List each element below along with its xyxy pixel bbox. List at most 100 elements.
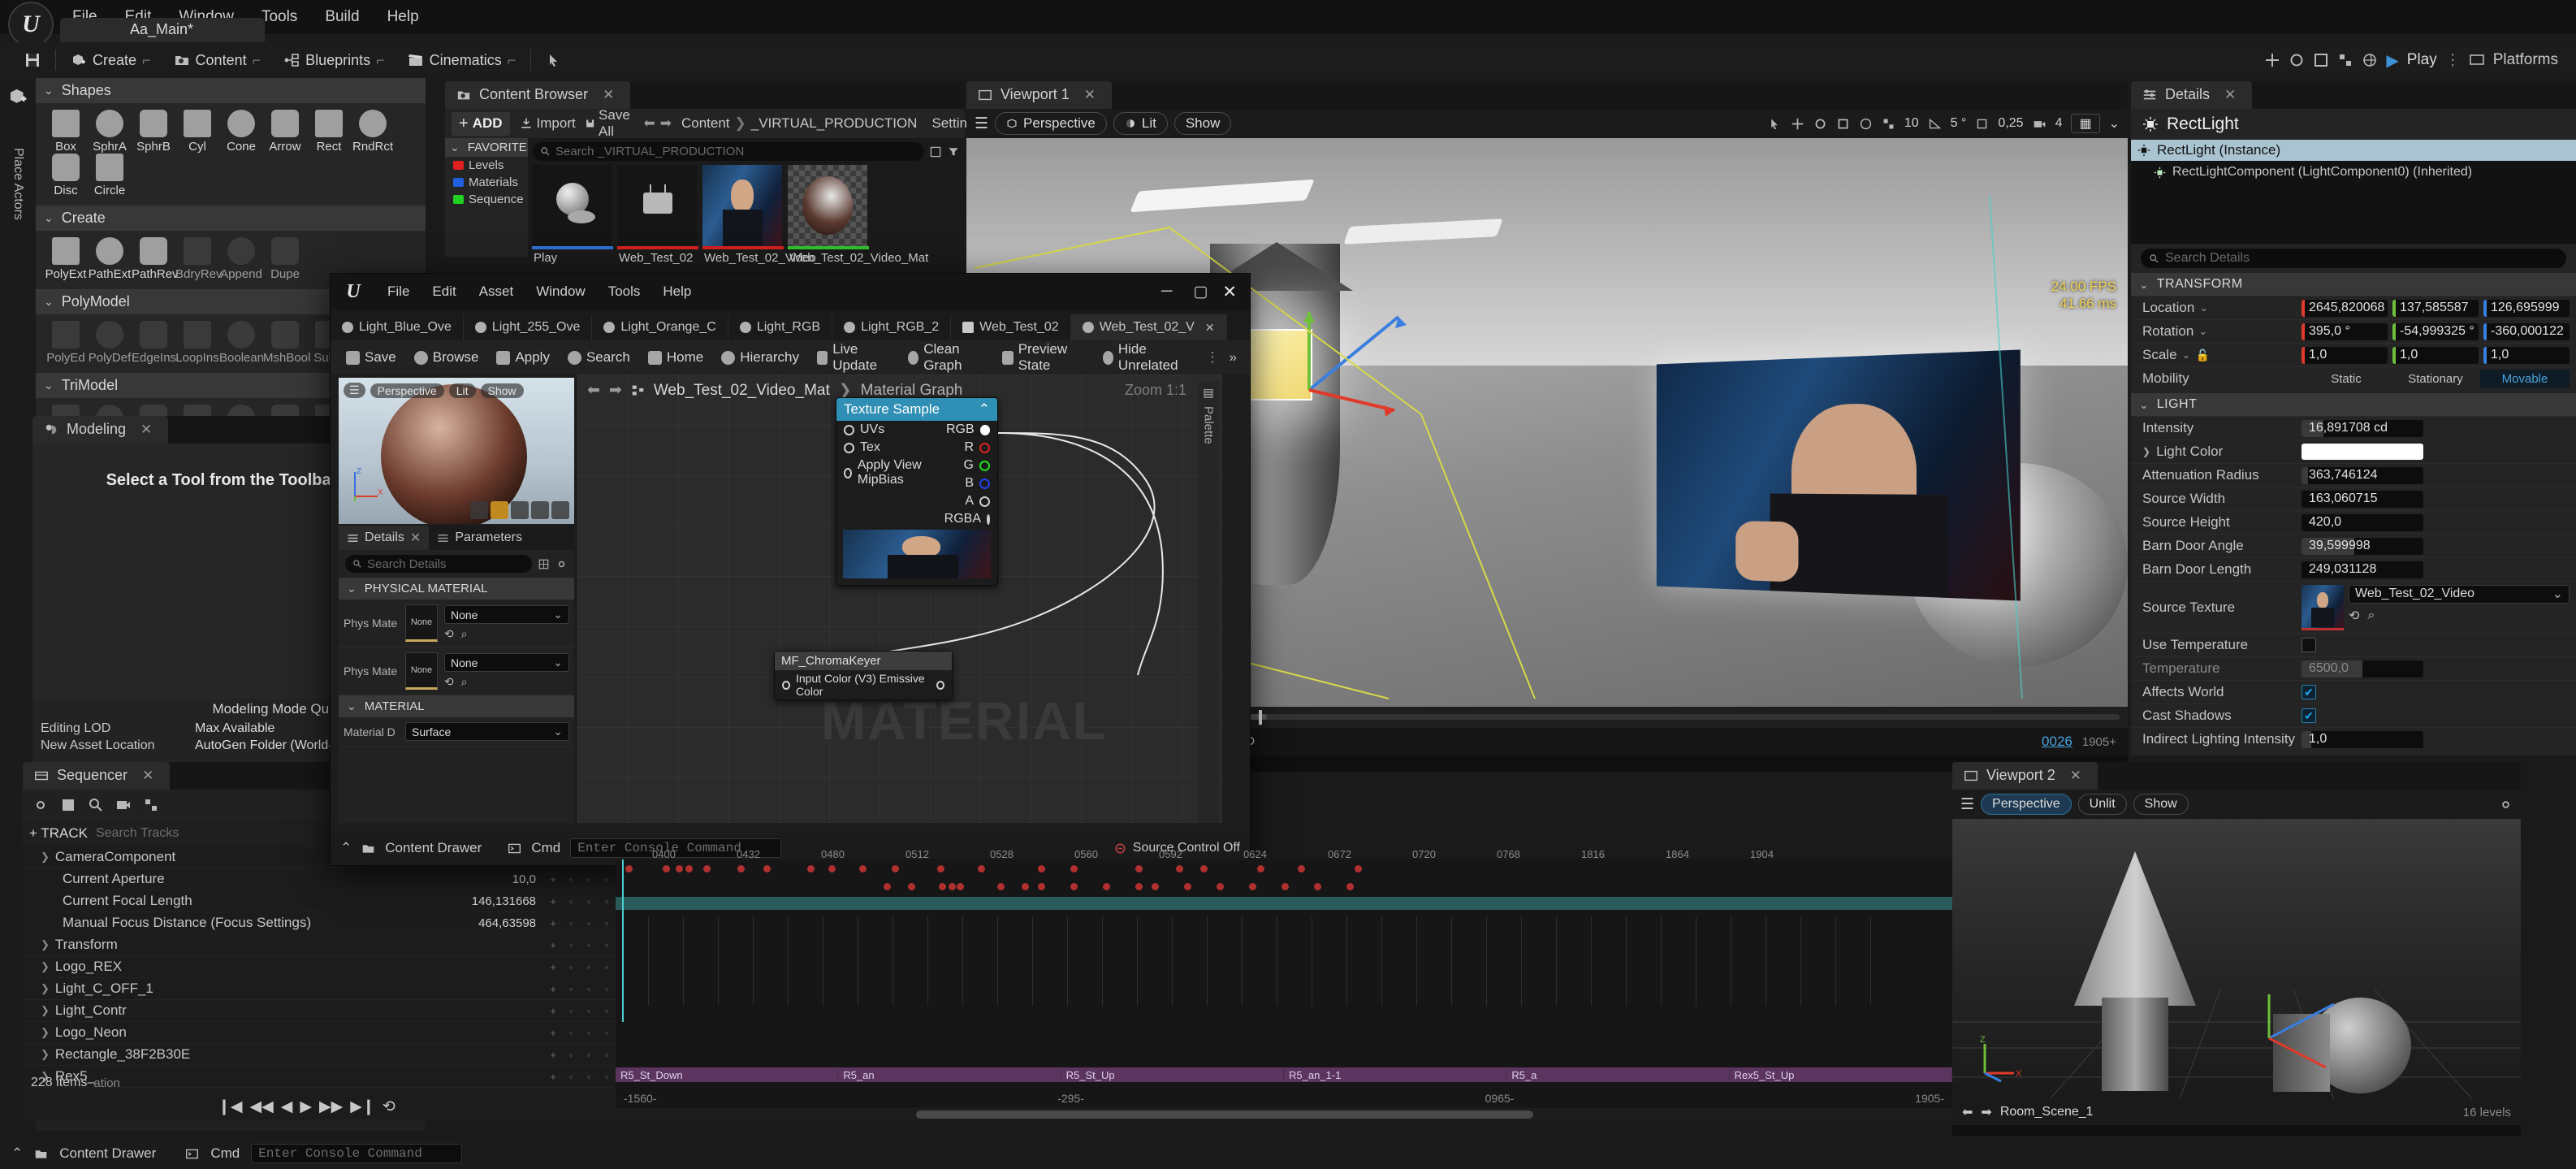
sequencer-section[interactable]: R5_St_Down xyxy=(616,1068,839,1081)
material-toolbar-browse[interactable]: Browse xyxy=(405,349,488,366)
preview-plane-icon[interactable] xyxy=(511,501,529,519)
viewport-2-canvas[interactable]: Z X xyxy=(1952,819,2521,1099)
viewport-menu-icon[interactable]: ☰ xyxy=(1960,795,1974,814)
world-icon[interactable] xyxy=(2362,52,2378,68)
move-icon[interactable] xyxy=(1791,117,1804,131)
sequencer-keyframe[interactable] xyxy=(884,883,891,890)
minimize-icon[interactable]: ─ xyxy=(1150,283,1183,301)
transform-gizmo-2[interactable] xyxy=(2237,989,2342,1095)
graph-breadcrumb-material[interactable]: Web_Test_02_Video_Mat xyxy=(654,382,830,400)
palette-tool-rndrct[interactable]: RndRct xyxy=(351,110,395,154)
menu-build[interactable]: Build xyxy=(311,0,373,34)
content-asset[interactable]: Play xyxy=(532,165,613,265)
palette-rail[interactable]: ▤ Palette xyxy=(1198,381,1219,823)
sequencer-key-cell[interactable]: ◦ xyxy=(598,983,616,995)
sequencer-key-cell[interactable]: ◦ xyxy=(598,1005,616,1017)
sequencer-keyframe[interactable] xyxy=(939,883,946,890)
sequencer-key-cell[interactable]: ◦ xyxy=(580,1049,598,1061)
preview-perspective[interactable]: Perspective xyxy=(370,383,444,398)
palette-tool-bdryrev[interactable]: BdryRev xyxy=(175,237,223,281)
sequencer-save-icon[interactable] xyxy=(60,797,76,813)
play-label[interactable]: Play xyxy=(2407,51,2437,69)
content-button[interactable]: Content ⌐ xyxy=(162,42,273,78)
sequencer-track-row[interactable]: ❯ Logo_REX + ◦ ◦ ◦ xyxy=(23,956,616,978)
save-button[interactable] xyxy=(13,42,52,78)
light-section-header[interactable]: ⌄ LIGHT xyxy=(2131,393,2576,416)
material-cmd-button[interactable]: Cmd xyxy=(531,840,560,856)
sequencer-grid-icon[interactable] xyxy=(143,797,159,813)
unlit-button[interactable]: Unlit xyxy=(2077,794,2127,815)
material-toolbar-home[interactable]: Home xyxy=(639,349,712,366)
checkbox[interactable]: ✔ xyxy=(2302,708,2316,723)
material-menu-asset[interactable]: Asset xyxy=(468,275,525,308)
sequencer-keyframe[interactable] xyxy=(1200,865,1208,872)
show-button[interactable]: Show xyxy=(1173,112,1232,135)
sequencer-keyframe[interactable] xyxy=(892,865,899,872)
mobility-static[interactable]: Static xyxy=(2302,370,2391,388)
sequencer-keyframe[interactable] xyxy=(997,883,1005,890)
breadcrumb-virtual-production[interactable]: _VIRTUAL_PRODUCTION xyxy=(751,115,918,132)
camera-speed-icon[interactable] xyxy=(2033,117,2047,131)
close-icon[interactable]: ✕ xyxy=(1205,321,1215,335)
tree-item-rectlightcomponent[interactable]: RectLightComponent (LightComponent0) (In… xyxy=(2131,161,2576,180)
track-search-placeholder[interactable]: Search Tracks xyxy=(96,826,179,841)
sequencer-keyframe[interactable] xyxy=(676,865,683,872)
viewport-settings-icon[interactable] xyxy=(2499,798,2513,812)
sequencer-keyframe[interactable] xyxy=(703,865,711,872)
sequencer-keyframe[interactable] xyxy=(1070,883,1078,890)
add-track-button[interactable]: + TRACK xyxy=(29,825,88,842)
step-back-icon[interactable]: ◀◀ xyxy=(250,1098,274,1116)
sequencer-track-row[interactable]: Current Focal Length 146,131668 + ◦ ◦ ◦ xyxy=(23,890,616,912)
sequencer-track-row[interactable]: ❯ Light_C_OFF_1 + ◦ ◦ ◦ xyxy=(23,978,616,1000)
sequencer-keyframe[interactable] xyxy=(1217,883,1224,890)
tree-item-rectlight[interactable]: RectLight (Instance) xyxy=(2131,140,2576,161)
material-search-input[interactable]: Search Details xyxy=(345,555,532,573)
transform-rotation-x[interactable]: 395,0 ° xyxy=(2302,323,2388,340)
sequencer-keyframe[interactable] xyxy=(1022,883,1029,890)
sequencer-keyframe[interactable] xyxy=(1346,883,1354,890)
layout-chevron-icon[interactable]: ⌄ xyxy=(2109,115,2120,132)
material-toolbar-hide-unrelated[interactable]: Hide Unrelated xyxy=(1094,341,1199,374)
rotate-tool-icon[interactable] xyxy=(2289,52,2305,68)
sequencer-track-row[interactable]: ❯ Logo_Neon + ◦ ◦ ◦ xyxy=(23,1022,616,1044)
material-toolbar-hierarchy[interactable]: Hierarchy xyxy=(712,349,808,366)
chevron-right-icon[interactable]: ❯ xyxy=(41,938,50,951)
sequencer-key-cell[interactable]: + xyxy=(544,1049,562,1061)
favorites-header[interactable]: ⌄ FAVORITES xyxy=(445,138,535,157)
scale-snap-icon[interactable] xyxy=(1975,117,1989,131)
content-asset[interactable]: Web_Test_02_Video xyxy=(702,165,816,265)
sequencer-key-cell[interactable]: ◦ xyxy=(562,961,580,973)
sequencer-camera-icon[interactable] xyxy=(115,797,132,813)
sequencer-keyframe[interactable] xyxy=(1038,883,1045,890)
preview-custom-icon[interactable] xyxy=(551,501,569,519)
light-color-swatch[interactable] xyxy=(2302,444,2423,460)
lock-icon[interactable]: 🔓 xyxy=(2195,349,2209,362)
camera-speed-value[interactable]: 4 xyxy=(2055,116,2063,131)
sequencer-key-cell[interactable]: ◦ xyxy=(598,895,616,907)
favorite-sequence[interactable]: Sequence xyxy=(445,191,528,208)
sequencer-keyframe[interactable] xyxy=(1249,883,1256,890)
details-search-input[interactable]: Search Details xyxy=(2141,249,2566,268)
sequencer-key-cell[interactable]: ◦ xyxy=(580,1005,598,1017)
close-icon[interactable]: ✕ xyxy=(142,768,153,784)
sequencer-keyframe[interactable] xyxy=(937,865,944,872)
sequencer-keyframe[interactable] xyxy=(1135,865,1143,872)
pin-apply-view-mipbias[interactable]: Apply View MipBias xyxy=(836,457,939,489)
palette-tool-sphrb[interactable]: SphrB xyxy=(132,110,175,154)
scale-tool-icon[interactable] xyxy=(2313,52,2329,68)
palette-tool-arrow[interactable]: Arrow xyxy=(263,110,307,154)
pin-uvs[interactable]: UVs xyxy=(836,421,939,439)
prev-scene-icon[interactable]: ⬅ xyxy=(1962,1104,1973,1120)
material-asset-thumbnail[interactable]: None xyxy=(405,652,438,690)
transform-scale-z[interactable]: 1,0 xyxy=(2483,346,2570,364)
tab-material-parameters[interactable]: Parameters xyxy=(429,526,530,549)
sequencer-key-cell[interactable]: + xyxy=(544,1027,562,1039)
sequencer-key-cell[interactable]: ◦ xyxy=(580,983,598,995)
mobility-stationary[interactable]: Stationary xyxy=(2391,370,2480,388)
light-value-field[interactable]: 1,0 xyxy=(2302,730,2423,748)
forward-icon[interactable]: ➡ xyxy=(660,115,672,132)
cmd-button[interactable]: Cmd xyxy=(210,1145,240,1162)
material-toolbar-preview-state[interactable]: Preview State xyxy=(993,341,1093,374)
grid-snap-icon[interactable] xyxy=(1882,117,1895,131)
tab-viewport-1[interactable]: Viewport 1 ✕ xyxy=(966,81,1112,109)
